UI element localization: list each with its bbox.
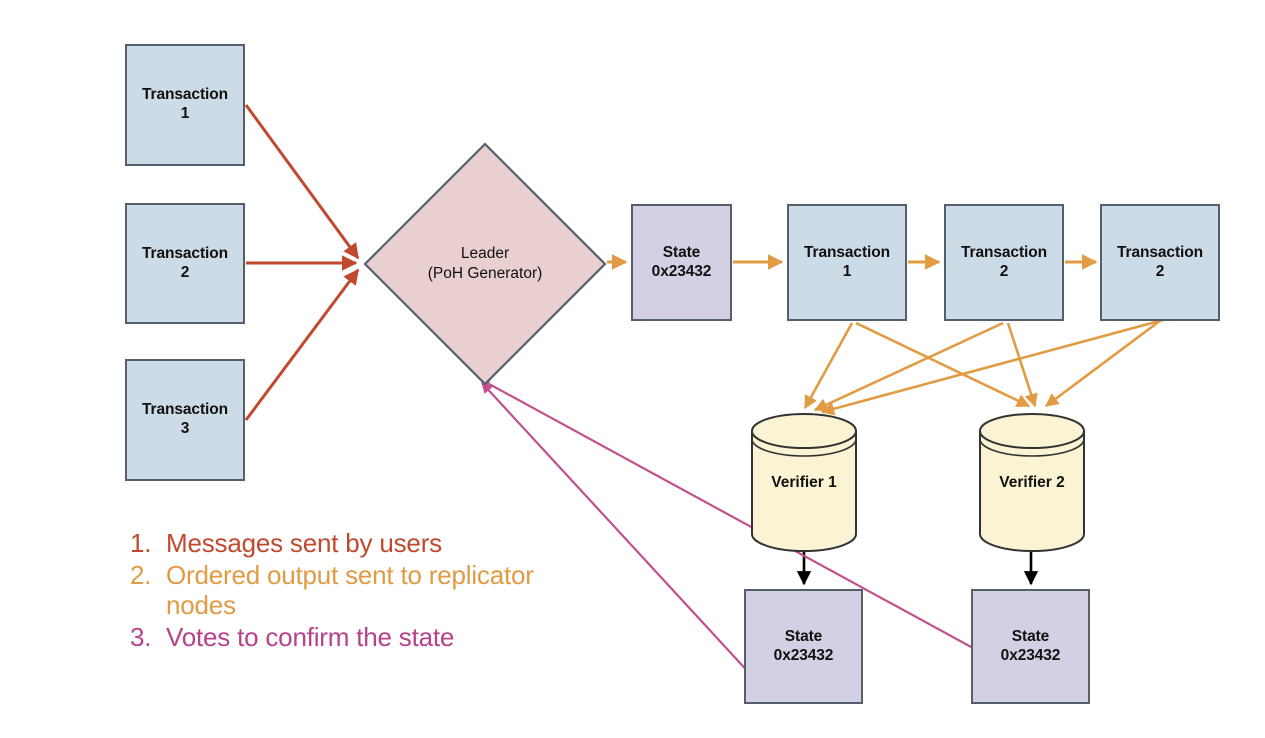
legend-item-2-number: 2. (130, 559, 152, 590)
edge-group-ordered-output (803, 318, 1164, 416)
ledger-transaction-1-label: Transaction 1 (804, 243, 890, 280)
ledger-transaction-3[interactable]: Transaction 2 (1100, 204, 1220, 321)
verified-state-1[interactable]: State 0x23432 (744, 589, 863, 704)
diagram-canvas: Transaction 1 Transaction 2 Transaction … (0, 0, 1265, 738)
verifier-2-label: Verifier 2 (999, 473, 1065, 491)
legend: 1. Messages sent by users 2. Ordered out… (130, 528, 560, 654)
input-transaction-2-label: Transaction 2 (142, 244, 228, 281)
input-transaction-3-label: Transaction 3 (142, 401, 228, 437)
input-transaction-1[interactable]: Transaction 1 (125, 44, 245, 166)
legend-item-2-text: Ordered output sent to replicator nodes (166, 559, 534, 621)
ledger-state-0[interactable]: State 0x23432 (631, 204, 732, 321)
legend-item-3-number: 3. (130, 622, 152, 653)
leader-label: Leader (PoH Generator) (427, 244, 543, 282)
legend-item-1-text: Messages sent by users (166, 528, 442, 558)
edge-ledger-tx1-to-verifier1 (803, 322, 854, 410)
input-transaction-1-label: Transaction 1 (142, 86, 228, 122)
edge-transaction1-to-leader (244, 104, 360, 260)
input-transaction-3[interactable]: Transaction 3 (125, 359, 245, 481)
ledger-transaction-2[interactable]: Transaction 2 (944, 204, 1064, 321)
input-transaction-2[interactable]: Transaction 2 (125, 203, 245, 324)
legend-item-1: 1. Messages sent by users (130, 528, 560, 559)
verifier-1-label: Verifier 1 (771, 473, 837, 491)
legend-item-3: 3. Votes to confirm the state (130, 622, 560, 653)
edge-ledger-tx1-to-verifier2 (855, 321, 1031, 408)
legend-item-3-text: Votes to confirm the state (166, 622, 455, 653)
edge-ledger-tx2-to-verifier2 (1006, 322, 1038, 408)
verified-state-1-label: State 0x23432 (773, 627, 834, 664)
verified-state-2[interactable]: State 0x23432 (971, 589, 1090, 704)
edge-group-state-write (796, 552, 1039, 586)
edge-transaction3-to-leader (244, 268, 360, 421)
legend-item-1-number: 1. (130, 528, 152, 558)
leader-node[interactable]: Leader (PoH Generator) (363, 142, 607, 386)
verifier-1-node[interactable]: Verifier 1 (750, 412, 858, 553)
edge-ledger-tx3-to-verifier2 (1044, 318, 1162, 408)
edge-ledger-tx2-to-verifier1 (813, 321, 1004, 412)
ledger-transaction-3-label: Transaction 2 (1117, 243, 1203, 280)
edge-group-messages (244, 104, 360, 421)
legend-item-2: 2. Ordered output sent to replicator nod… (130, 560, 560, 621)
edge-ledger-tx3-to-verifier1 (820, 318, 1164, 416)
ledger-transaction-2-label: Transaction 2 (961, 243, 1047, 280)
verified-state-2-label: State 0x23432 (1000, 627, 1061, 664)
ledger-transaction-1[interactable]: Transaction 1 (787, 204, 907, 321)
verifier-2-node[interactable]: Verifier 2 (978, 412, 1086, 553)
ledger-state-0-label: State 0x23432 (651, 243, 712, 280)
